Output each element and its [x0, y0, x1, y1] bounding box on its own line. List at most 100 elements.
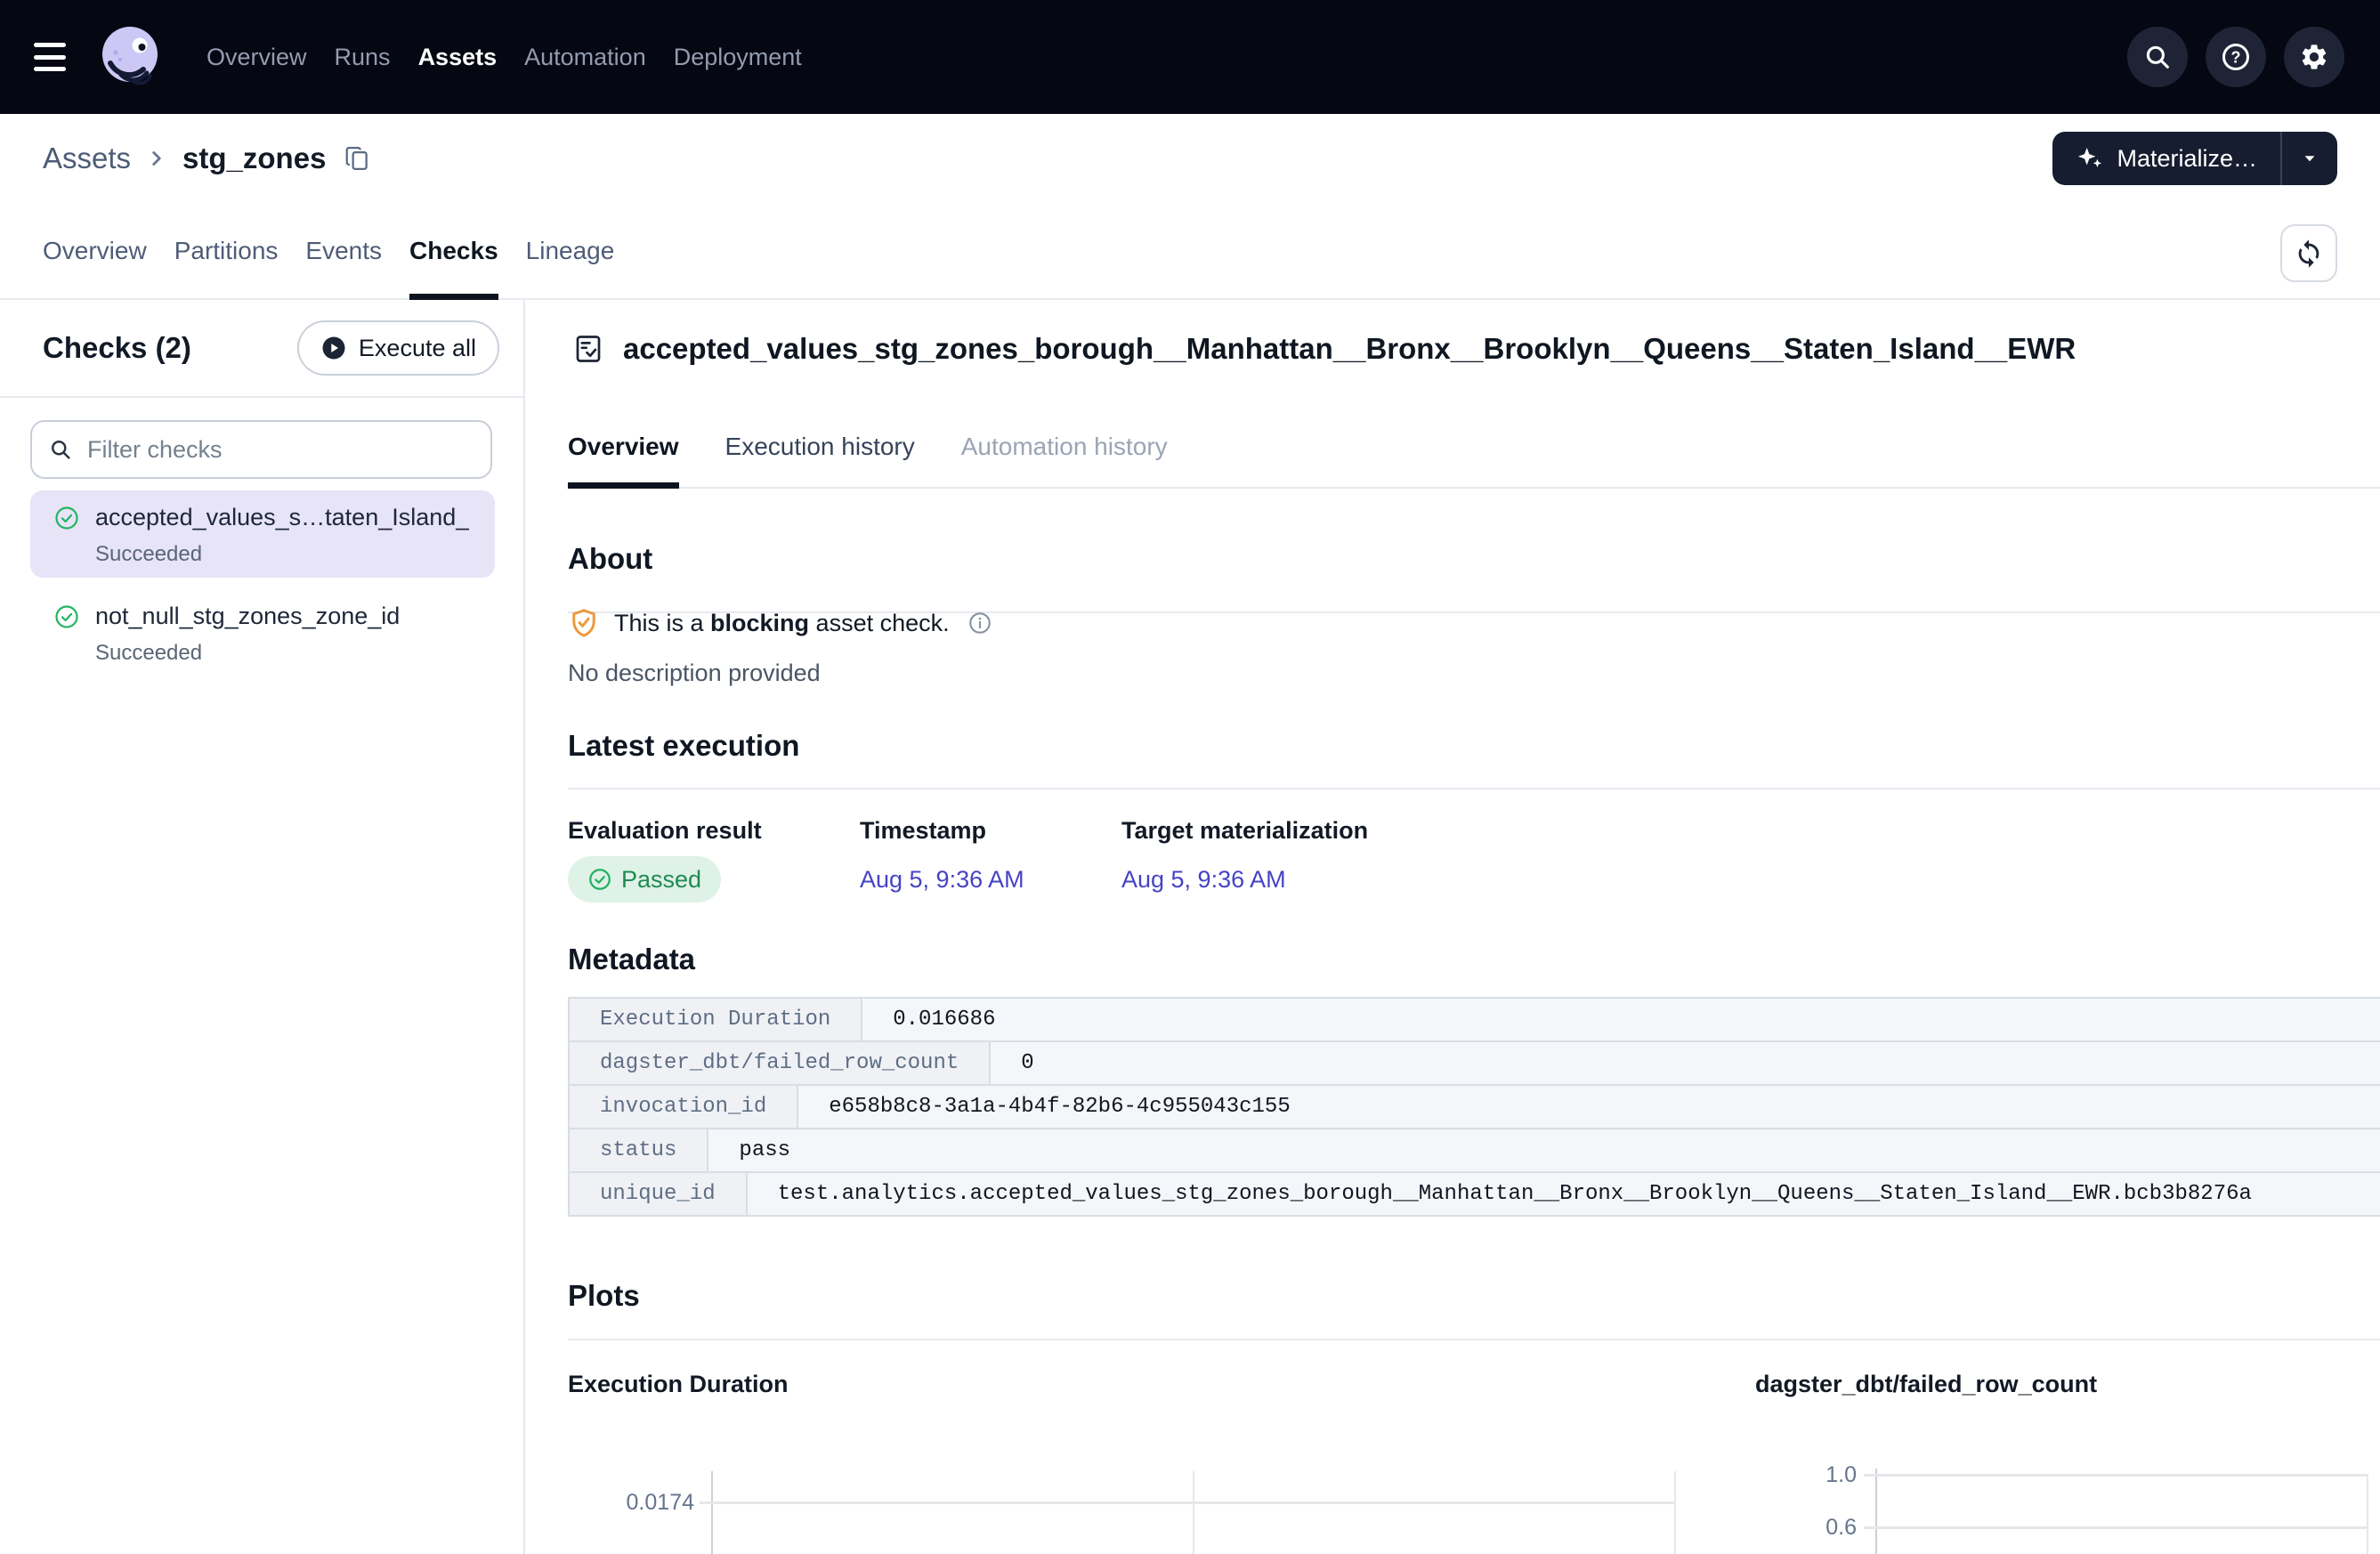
- plots-heading: Plots: [568, 1279, 640, 1313]
- breadcrumb-current-asset: stg_zones: [182, 142, 326, 175]
- dagster-logo[interactable]: [96, 23, 164, 91]
- asset-tabs: Overview Partitions Events Checks Lineag…: [0, 203, 2380, 300]
- copy-asset-name-button[interactable]: [344, 143, 370, 174]
- gear-icon: [2299, 42, 2329, 72]
- asset-page-header: Assets stg_zones Materialize…: [0, 114, 2380, 203]
- tab-lineage[interactable]: Lineage: [526, 203, 615, 298]
- filter-checks-input[interactable]: [30, 420, 492, 479]
- latest-execution-heading: Latest execution: [568, 729, 799, 763]
- metadata-value: 0.016686: [862, 999, 2380, 1040]
- execute-all-label: Execute all: [359, 335, 476, 362]
- y-tick-label: 1.0: [1771, 1461, 1857, 1488]
- vertical-gridline: [1193, 1471, 1194, 1554]
- materialize-split-button: Materialize…: [2052, 132, 2337, 185]
- check-title: accepted_values_stg_zones_borough__Manha…: [623, 332, 2076, 366]
- metadata-row: Execution Duration 0.016686: [570, 999, 2380, 1042]
- metadata-row: status pass: [570, 1129, 2380, 1173]
- nav-overview[interactable]: Overview: [206, 44, 307, 71]
- check-name: accepted_values_s…taten_Island_: [95, 503, 469, 532]
- metadata-value: test.analytics.accepted_values_stg_zones…: [748, 1173, 2380, 1215]
- checks-count-title: Checks (2): [43, 331, 191, 365]
- refresh-icon: [2294, 239, 2324, 269]
- checks-sidebar-header: Checks (2) Execute all: [0, 300, 523, 398]
- horizontal-gridline: [1864, 1474, 2368, 1477]
- tab-partitions[interactable]: Partitions: [174, 203, 279, 298]
- tab-checks[interactable]: Checks: [409, 203, 498, 298]
- breadcrumb-assets-link[interactable]: Assets: [43, 142, 131, 175]
- check-name: not_null_stg_zones_zone_id: [95, 602, 400, 631]
- y-tick-label: 0.6: [1771, 1514, 1857, 1541]
- col-timestamp: Timestamp: [860, 817, 986, 844]
- search-icon: [2142, 42, 2173, 72]
- y-axis-line: [1875, 1469, 1877, 1554]
- y-tick-label: 0.0174: [575, 1489, 694, 1516]
- metadata-value: e658b8c8-3a1a-4b4f-82b6-4c955043c155: [798, 1086, 2380, 1128]
- check-tabs: Overview Execution history Automation hi…: [568, 406, 2380, 489]
- failed-row-count-chart-title: dagster_dbt/failed_row_count: [1755, 1369, 2097, 1399]
- about-heading: About: [568, 542, 652, 576]
- breadcrumb: Assets stg_zones: [43, 142, 370, 175]
- execute-all-button[interactable]: Execute all: [297, 320, 499, 376]
- info-icon[interactable]: [967, 611, 992, 635]
- check-title-row: accepted_values_stg_zones_borough__Manha…: [572, 327, 2362, 371]
- materialize-label: Materialize…: [2117, 145, 2257, 173]
- asset-check-icon: [572, 333, 604, 365]
- col-evaluation-result: Evaluation result: [568, 817, 762, 844]
- vertical-gridline: [1674, 1471, 1676, 1554]
- divider: [568, 1339, 2380, 1340]
- materialize-dropdown-button[interactable]: [2280, 132, 2337, 185]
- caret-down-icon: [2298, 147, 2321, 170]
- copy-icon: [344, 143, 370, 174]
- metadata-key: Execution Duration: [570, 999, 862, 1040]
- evaluation-result-badge: Passed: [568, 856, 721, 902]
- nav-actions: ?: [2127, 27, 2344, 87]
- primary-nav: Overview Runs Assets Automation Deployme…: [206, 44, 802, 71]
- chevron-right-icon: [145, 147, 168, 170]
- tab-events[interactable]: Events: [305, 203, 382, 298]
- check-tab-overview[interactable]: Overview: [568, 406, 679, 487]
- metadata-value: 0: [991, 1042, 2380, 1084]
- search-icon: [48, 437, 73, 466]
- target-materialization-link[interactable]: Aug 5, 9:36 AM: [1121, 866, 1286, 893]
- nav-runs[interactable]: Runs: [335, 44, 391, 71]
- materialize-button[interactable]: Materialize…: [2052, 132, 2280, 185]
- metadata-key: unique_id: [570, 1173, 748, 1215]
- sparkle-icon: [2076, 144, 2104, 173]
- nav-deployment[interactable]: Deployment: [674, 44, 802, 71]
- evaluation-result-label: Passed: [621, 866, 701, 894]
- execution-duration-chart-title: Execution Duration: [568, 1369, 789, 1399]
- play-circle-icon: [320, 335, 347, 361]
- refresh-button[interactable]: [2280, 224, 2337, 282]
- tab-overview[interactable]: Overview: [43, 203, 147, 298]
- checks-sidebar: Checks (2) Execute all accepted_values_s…: [0, 300, 525, 1554]
- check-succeeded-icon: [53, 505, 80, 578]
- help-button[interactable]: ?: [2206, 27, 2266, 87]
- metadata-key: invocation_id: [570, 1086, 798, 1128]
- metadata-heading: Metadata: [568, 943, 695, 976]
- metadata-table: Execution Duration 0.016686 dagster_dbt/…: [568, 997, 2380, 1217]
- check-status: Succeeded: [95, 541, 469, 568]
- svg-text:?: ?: [2231, 48, 2241, 66]
- check-tab-automation-history[interactable]: Automation history: [961, 406, 1168, 487]
- metadata-row: dagster_dbt/failed_row_count 0: [570, 1042, 2380, 1086]
- menu-icon[interactable]: [34, 43, 69, 71]
- check-list-item-not-null[interactable]: not_null_stg_zones_zone_id Succeeded: [30, 589, 495, 676]
- blocking-text-bold: blocking: [710, 610, 809, 636]
- settings-button[interactable]: [2284, 27, 2344, 87]
- no-description-text: No description provided: [568, 660, 821, 686]
- col-target-materialization: Target materialization: [1121, 817, 1368, 844]
- blocking-text-prefix: This is a: [614, 610, 710, 636]
- nav-automation[interactable]: Automation: [524, 44, 646, 71]
- help-icon: ?: [2220, 41, 2252, 73]
- check-succeeded-icon: [53, 603, 80, 676]
- dagster-app: Overview Runs Assets Automation Deployme…: [0, 0, 2380, 1554]
- shield-check-icon: [568, 607, 600, 639]
- search-button[interactable]: [2127, 27, 2188, 87]
- check-tab-execution-history[interactable]: Execution history: [725, 406, 915, 487]
- nav-assets[interactable]: Assets: [418, 44, 498, 71]
- timestamp-link[interactable]: Aug 5, 9:36 AM: [860, 866, 1024, 893]
- top-nav: Overview Runs Assets Automation Deployme…: [0, 0, 2380, 114]
- metadata-key: dagster_dbt/failed_row_count: [570, 1042, 991, 1084]
- check-list-item-accepted-values[interactable]: accepted_values_s…taten_Island_ Succeede…: [30, 490, 495, 578]
- check-circle-icon: [587, 867, 612, 892]
